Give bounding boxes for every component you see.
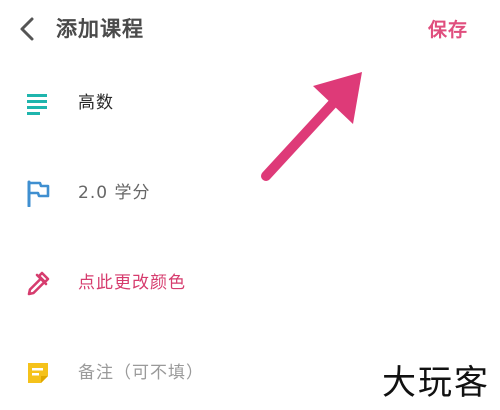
- course-name-field[interactable]: 高数: [0, 81, 500, 125]
- flag-icon: [24, 179, 52, 208]
- note-placeholder: 备注（可不填）: [78, 363, 204, 383]
- color-picker-field[interactable]: 点此更改颜色: [0, 261, 500, 305]
- watermark: 大玩客: [382, 363, 490, 403]
- chevron-left-icon: [20, 17, 34, 41]
- credit-value: 2.0 学分: [78, 183, 151, 203]
- color-picker-label: 点此更改颜色: [78, 273, 186, 293]
- back-button[interactable]: [14, 14, 42, 44]
- top-app-bar: 添加课程 保存: [0, 0, 500, 60]
- eyedropper-icon: [24, 269, 52, 297]
- save-button[interactable]: 保存: [428, 16, 468, 44]
- course-name-value: 高数: [78, 93, 114, 113]
- notes-list-icon: [24, 89, 52, 117]
- credit-field[interactable]: 2.0 学分: [0, 171, 500, 215]
- page-title: 添加课程: [56, 17, 144, 41]
- sticky-note-icon: [24, 359, 52, 387]
